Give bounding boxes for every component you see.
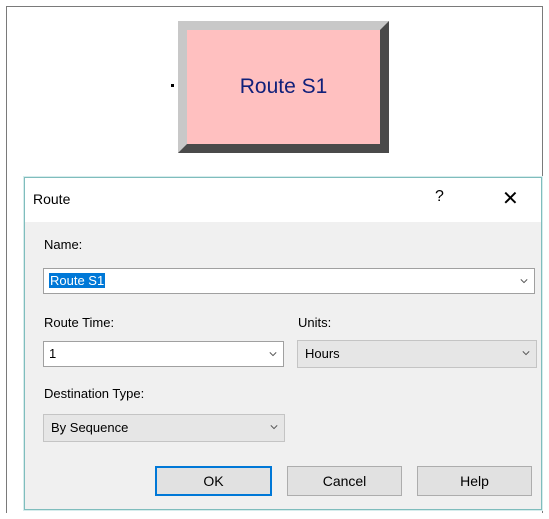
destination-type-label: Destination Type:: [44, 386, 145, 401]
dialog-title: Route: [33, 191, 71, 207]
units-label: Units:: [298, 315, 332, 330]
close-icon[interactable]: ✕: [502, 186, 519, 211]
destination-type-dropdown[interactable]: By Sequence: [43, 414, 285, 442]
help-icon[interactable]: ?: [435, 188, 444, 206]
cancel-button[interactable]: Cancel: [287, 466, 402, 496]
dialog-titlebar: Route ? ✕: [25, 178, 541, 222]
ok-button[interactable]: OK: [155, 466, 272, 496]
chevron-down-icon[interactable]: [269, 350, 277, 358]
name-label: Name:: [44, 237, 83, 252]
route-module-label: Route S1: [187, 30, 380, 144]
destination-type-value: By Sequence: [51, 420, 129, 435]
connector-point[interactable]: [171, 84, 174, 87]
chevron-down-icon[interactable]: [270, 423, 278, 431]
help-button[interactable]: Help: [417, 466, 532, 496]
units-value: Hours: [305, 346, 340, 361]
name-value: Route S1: [49, 273, 106, 288]
route-time-combobox[interactable]: 1: [43, 341, 284, 367]
name-combobox[interactable]: Route S1: [43, 268, 535, 294]
chevron-down-icon[interactable]: [520, 277, 528, 285]
units-dropdown[interactable]: Hours: [297, 340, 537, 368]
route-time-value: 1: [49, 346, 57, 361]
route-time-label: Route Time:: [44, 315, 115, 330]
route-module-block[interactable]: Route S1: [178, 21, 389, 153]
chevron-down-icon[interactable]: [522, 349, 530, 357]
route-dialog: Route ? ✕ Name: Route S1 Route Time: 1 U…: [24, 177, 542, 510]
